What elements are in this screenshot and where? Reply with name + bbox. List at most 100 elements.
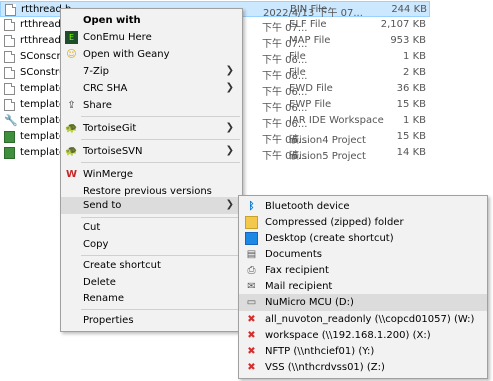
menu-item-label: 7-Zip (83, 66, 109, 77)
winmerge-icon: W (65, 169, 78, 180)
file-type: ELF File (289, 19, 327, 30)
menu-item-label: Delete (83, 277, 116, 288)
desktop-icon (245, 232, 258, 245)
uvision-project-icon (4, 147, 15, 159)
send-to-vss[interactable]: ✖ VSS (\\nthcrdvss01) (Z:) (239, 359, 487, 376)
mail-icon: ✉ (247, 281, 256, 292)
chevron-right-icon: ❯ (225, 122, 234, 133)
menu-item-label: TortoiseGit (83, 123, 137, 134)
file-type: BIN File (290, 4, 328, 15)
menu-item-label: Copy (83, 239, 109, 250)
menu-item-share[interactable]: ⇪ Share (61, 97, 242, 114)
file-size: 953 KB (390, 35, 426, 46)
menu-item-conemu[interactable]: E ConEmu Here (61, 29, 242, 46)
send-to-nftp[interactable]: ✖ NFTP (\\nthcief01) (Y:) (239, 343, 487, 360)
menu-item-label: Open with (83, 15, 141, 26)
send-to-submenu: ᛒ Bluetooth device Compressed (zipped) f… (238, 195, 488, 379)
file-icon (4, 19, 15, 31)
send-to-workspace[interactable]: ✖ workspace (\\192.168.1.200) (X:) (239, 327, 487, 344)
chevron-right-icon: ❯ (225, 65, 234, 76)
menu-item-label: VSS (\\nthcrdvss01) (Z:) (265, 362, 385, 373)
menu-item-label: all_nuvoton_readonly (\\copcd01057) (W:) (265, 314, 475, 325)
menu-separator (81, 309, 240, 310)
send-to-fax[interactable]: ⎙ Fax recipient (239, 262, 487, 279)
menu-item-tortoisegit[interactable]: 🐢 TortoiseGit ❯ (61, 120, 242, 137)
chevron-right-icon: ❯ (225, 82, 234, 93)
send-to-mail[interactable]: ✉ Mail recipient (239, 278, 487, 295)
file-size: 1 KB (403, 51, 426, 62)
menu-separator (81, 217, 240, 218)
file-icon (5, 4, 16, 16)
menu-separator (81, 255, 240, 256)
send-to-compressed-folder[interactable]: Compressed (zipped) folder (239, 214, 487, 231)
menu-separator (81, 116, 240, 117)
menu-item-tortoisesvn[interactable]: 🐢 TortoiseSVN ❯ (61, 143, 242, 160)
file-type: File (289, 67, 306, 78)
menu-item-label: Restore previous versions (83, 186, 212, 197)
menu-item-send-to[interactable]: Send to ❯ (61, 197, 242, 214)
file-type: File (289, 51, 306, 62)
file-type: 礦ision4 Project (289, 135, 366, 146)
menu-item-delete[interactable]: Delete (61, 274, 242, 291)
file-type: 礦ision5 Project (289, 151, 366, 162)
menu-item-properties[interactable]: Properties (61, 312, 242, 329)
usb-drive-icon: ▭ (246, 297, 257, 308)
send-to-all-nuvoton[interactable]: ✖ all_nuvoton_readonly (\\copcd01057) (W… (239, 311, 487, 328)
menu-item-label: WinMerge (83, 169, 133, 180)
menu-item-open-with-geany[interactable]: ☺ Open with Geany (61, 46, 242, 63)
tortoisegit-icon: 🐢 (65, 123, 78, 134)
send-to-desktop[interactable]: Desktop (create shortcut) (239, 230, 487, 247)
network-drive-disconnected-icon: ✖ (247, 314, 256, 325)
menu-item-label: ConEmu Here (83, 32, 152, 43)
menu-item-label: Rename (83, 293, 125, 304)
menu-item-label: Cut (83, 222, 101, 233)
file-size: 15 KB (396, 131, 426, 142)
menu-item-cut[interactable]: Cut (61, 219, 242, 236)
bluetooth-icon: ᛒ (248, 201, 255, 212)
network-drive-disconnected-icon: ✖ (247, 330, 256, 341)
file-size: 2,107 KB (380, 19, 426, 30)
network-drive-disconnected-icon: ✖ (247, 362, 256, 373)
menu-item-label: Bluetooth device (265, 201, 350, 212)
file-type: EWP File (289, 99, 332, 110)
menu-item-label: NuMicro MCU (D:) (265, 297, 354, 308)
conemu-icon: E (65, 31, 78, 44)
file-icon (4, 99, 15, 111)
zip-folder-icon (245, 216, 258, 229)
menu-item-label: workspace (\\192.168.1.200) (X:) (265, 330, 431, 341)
send-to-documents[interactable]: ▤ Documents (239, 246, 487, 263)
menu-item-label: Send to (83, 200, 122, 211)
menu-separator (81, 139, 240, 140)
send-to-bluetooth[interactable]: ᛒ Bluetooth device (239, 198, 487, 215)
menu-separator (81, 162, 240, 163)
menu-item-label: Create shortcut (83, 260, 161, 271)
menu-item-label: Desktop (create shortcut) (265, 233, 394, 244)
file-size: 15 KB (396, 99, 426, 110)
file-size: 14 KB (396, 147, 426, 158)
file-icon (4, 35, 15, 47)
menu-item-label: NFTP (\\nthcief01) (Y:) (265, 346, 375, 357)
menu-item-create-shortcut[interactable]: Create shortcut (61, 257, 242, 274)
file-type: MAP File (289, 35, 331, 46)
menu-item-open-with[interactable]: Open with (61, 12, 242, 29)
context-menu: Open with E ConEmu Here ☺ Open with Gean… (60, 8, 243, 332)
uvision-project-icon (4, 131, 15, 143)
menu-item-label: Properties (83, 315, 134, 326)
menu-item-copy[interactable]: Copy (61, 236, 242, 253)
menu-item-label: Fax recipient (265, 265, 329, 276)
file-icon (4, 51, 15, 63)
chevron-right-icon: ❯ (225, 199, 234, 210)
menu-item-winmerge[interactable]: W WinMerge (61, 166, 242, 183)
file-type: EWD File (289, 83, 333, 94)
menu-item-label: Share (83, 100, 112, 111)
send-to-numicro-drive[interactable]: ▭ NuMicro MCU (D:) (239, 294, 487, 311)
menu-item-rename[interactable]: Rename (61, 290, 242, 307)
geany-icon: ☺ (66, 49, 77, 60)
menu-item-crc-sha[interactable]: CRC SHA ❯ (61, 80, 242, 97)
file-icon (4, 83, 15, 95)
menu-item-label: Documents (265, 249, 323, 260)
file-icon (4, 67, 15, 79)
share-icon: ⇪ (67, 100, 76, 111)
menu-item-7zip[interactable]: 7-Zip ❯ (61, 63, 242, 80)
tortoisesvn-icon: 🐢 (65, 146, 78, 157)
